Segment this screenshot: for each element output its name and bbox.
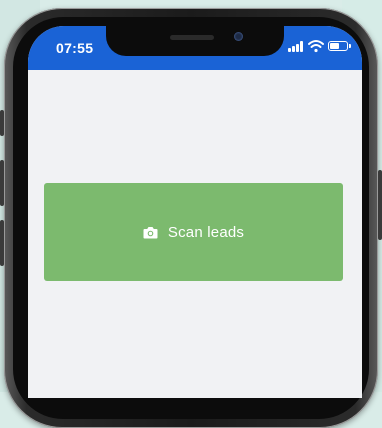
- status-time: 07:55: [56, 40, 94, 56]
- camera-icon: [143, 226, 158, 238]
- volume-down-button: [0, 220, 4, 266]
- scan-leads-label: Scan leads: [167, 223, 245, 241]
- notch: [106, 26, 284, 56]
- scan-leads-button[interactable]: Scan leads: [44, 183, 343, 281]
- speaker-grille: [170, 35, 214, 40]
- battery-level: [330, 43, 339, 49]
- battery-icon: [328, 41, 351, 51]
- phone-screen: 07:55 Scan leads: [28, 26, 362, 398]
- power-button: [378, 170, 382, 240]
- wifi-icon: [308, 40, 324, 53]
- mute-switch: [0, 110, 4, 136]
- front-camera: [234, 32, 243, 41]
- status-bar: 07:55: [28, 26, 362, 70]
- cellular-signal-icon: [288, 41, 303, 52]
- volume-up-button: [0, 160, 4, 206]
